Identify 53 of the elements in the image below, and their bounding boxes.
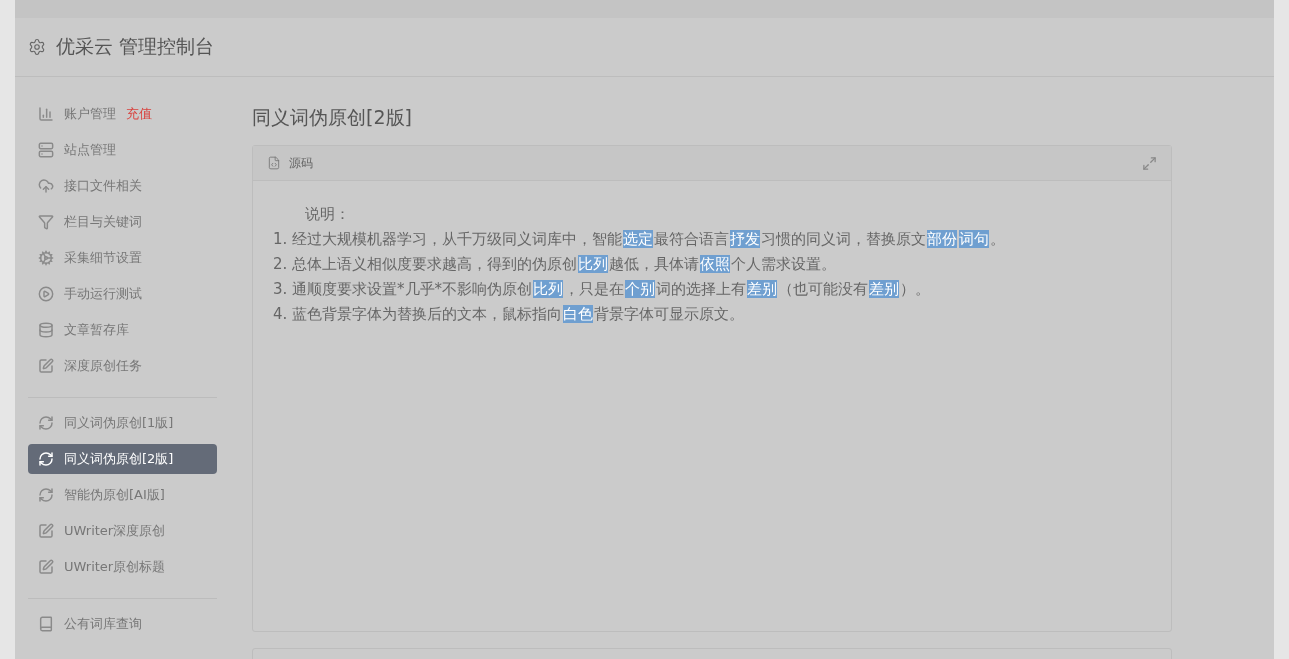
filter-icon	[38, 214, 54, 230]
edit-icon	[38, 358, 54, 374]
sidebar-item[interactable]: 智能伪原创[AI版]	[28, 480, 217, 510]
sidebar-label: 文章暂存库	[64, 321, 129, 339]
sidebar-item[interactable]: UWriter深度原创	[28, 516, 217, 546]
instruction-line: 4. 蓝色背景字体为替换后的文本，鼠标指向 白色背景字体可显示原文。	[273, 305, 746, 324]
code-file-icon	[267, 156, 281, 170]
settings-icon	[28, 38, 46, 56]
edit-icon	[38, 559, 54, 575]
sidebar-item[interactable]: 同义词伪原创[2版]	[28, 444, 217, 474]
refresh-icon	[38, 487, 54, 503]
sidebar-label: 智能伪原创[AI版]	[64, 486, 165, 504]
sidebar-label: 手动运行测试	[64, 285, 142, 303]
intro-text: 说明：	[304, 205, 351, 224]
sidebar-label: UWriter原创标题	[64, 558, 166, 576]
sidebar-item[interactable]: 采集细节设置	[28, 243, 217, 273]
sidebar-label: 采集细节设置	[64, 249, 142, 267]
refresh-icon	[38, 415, 54, 431]
sidebar-item[interactable]: 文章暂存库	[28, 315, 217, 345]
sidebar-item[interactable]: UWriter原创标题	[28, 552, 217, 582]
recharge-link[interactable]: 充值	[126, 105, 152, 123]
instruction-line: 2. 总体上语义相似度要求越高，得到的伪原创比列越低，具体请依照个人需求设置。	[273, 255, 838, 274]
app-title: 优采云 管理控制台	[56, 34, 215, 59]
play-icon	[38, 286, 54, 302]
fullscreen-icon[interactable]	[1142, 155, 1157, 171]
sidebar-label: 公有词库查询	[64, 615, 142, 633]
bar-chart-icon	[38, 106, 54, 122]
instruction-line: 1. 经过大规模机器学习，从千万级同义词库中，智能选定最符合语言抒发习惯的同义词，替换原文部份词句。	[273, 230, 1007, 249]
refresh-icon	[38, 451, 54, 467]
sidebar-item[interactable]: 接口文件相关	[28, 171, 217, 201]
book-icon	[38, 616, 54, 632]
sidebar-label: 接口文件相关	[64, 177, 142, 195]
sidebar-label: 站点管理	[64, 141, 116, 159]
server-icon	[38, 142, 54, 158]
cloud-upload-icon	[38, 178, 54, 194]
sidebar-item[interactable]: 手动运行测试	[28, 279, 217, 309]
sidebar-item[interactable]: 账户管理 充值	[28, 99, 217, 129]
database-icon	[38, 322, 54, 338]
panel-title: 源码	[289, 154, 314, 172]
sidebar-item[interactable]: 同义词伪原创[1版]	[28, 408, 217, 438]
sidebar-label: 账户管理	[64, 105, 116, 123]
sidebar-label: UWriter深度原创	[64, 522, 166, 540]
edit-icon	[38, 523, 54, 539]
sidebar-item[interactable]: 站点管理	[28, 135, 217, 165]
sidebar-item[interactable]: 栏目与关键词	[28, 207, 217, 237]
sidebar-label: 同义词伪原创[1版]	[64, 414, 174, 432]
sidebar-item[interactable]: 公有词库查询	[28, 609, 217, 639]
instruction-line: 3. 通顺度要求设置*几乎*不影响伪原创比列，只是在个别词的选择上有差别（也可能没有差别）。	[273, 280, 932, 299]
sidebar-item[interactable]: 深度原创任务	[28, 351, 217, 381]
sidebar-label: 深度原创任务	[64, 357, 142, 375]
page-title: 同义词伪原创[2版]	[252, 105, 413, 130]
sidebar-label: 栏目与关键词	[64, 213, 142, 231]
sidebar-label: 同义词伪原创[2版]	[64, 450, 174, 468]
